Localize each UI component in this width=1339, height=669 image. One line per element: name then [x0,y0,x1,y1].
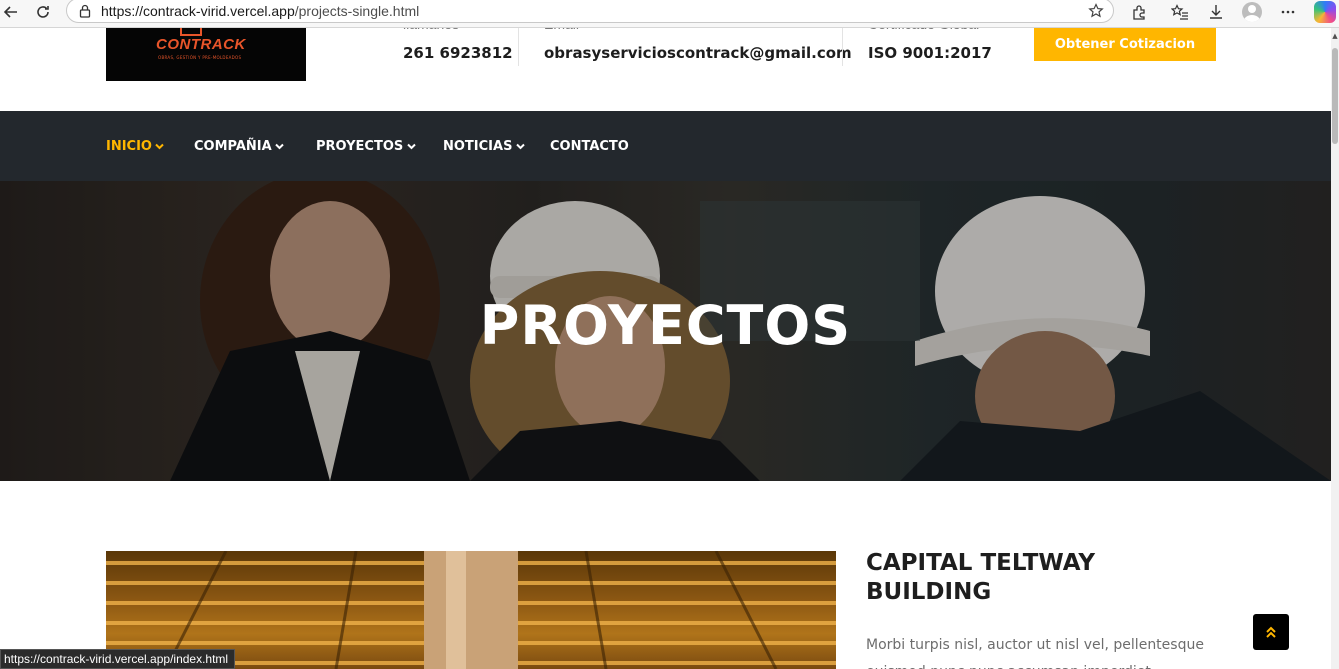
nav-item-inicio[interactable]: INICIO [106,111,165,181]
email-value: obrasyservicioscontrack@gmail.com [544,44,852,62]
extensions-icon[interactable] [1128,1,1150,23]
copilot-icon[interactable] [1314,1,1336,23]
url-path: /projects-single.html [294,2,420,19]
lock-icon[interactable] [77,3,93,19]
get-quote-button[interactable]: Obtener Cotizacion [1034,28,1216,61]
back-to-top-button[interactable] [1253,614,1289,650]
header-divider [518,28,519,66]
nav-item-proyectos[interactable]: PROYECTOS [316,111,416,181]
download-icon[interactable] [1205,1,1227,23]
favorites-icon[interactable] [1169,1,1191,23]
avatar [1242,2,1262,22]
copilot-logo [1314,1,1336,23]
header-divider [842,28,843,66]
main-navbar: INICIO COMPAÑIA PROYECTOS NOTICIAS CONTA… [0,111,1331,181]
logo-tagline: OBRAS, GESTIÓN Y PRE-MOLDEADOS [158,55,242,60]
nav-item-label: PROYECTOS [316,138,404,154]
hero-banner: PROYECTOS [0,181,1331,481]
nav-item-noticias[interactable]: NOTICIAS [443,111,525,181]
reload-icon[interactable] [32,1,54,23]
back-icon[interactable] [0,1,22,23]
nav-item-compania[interactable]: COMPAÑIA [194,111,285,181]
star-icon[interactable] [1087,2,1105,20]
double-chevron-up-icon [1266,626,1276,638]
site-logo[interactable]: CONTRACK OBRAS, GESTIÓN Y PRE-MOLDEADOS [106,28,306,81]
nav-item-label: COMPAÑIA [194,138,272,154]
more-icon[interactable] [1277,1,1299,23]
chevron-down-icon [515,141,525,151]
address-url[interactable]: https://contrack-virid.vercel.app/projec… [101,3,419,19]
nav-item-label: INICIO [106,138,152,154]
chevron-down-icon [275,141,285,151]
address-bar[interactable]: https://contrack-virid.vercel.app/projec… [66,0,1114,23]
project-description: Morbi turpis nisl, auctor ut nisl vel, p… [866,637,1204,669]
logo-text: CONTRACK [156,36,246,53]
nav-item-label: CONTACTO [550,138,629,154]
nav-item-label: NOTICIAS [443,138,513,154]
profile-icon[interactable] [1241,1,1263,23]
chevron-down-icon [406,141,416,151]
page-scrollbar[interactable]: ▲ [1331,28,1339,669]
browser-toolbar: https://contrack-virid.vercel.app/projec… [0,0,1339,28]
logo-mark [180,28,202,36]
nav-item-contacto[interactable]: CONTACTO [550,111,629,181]
scroll-up-icon[interactable]: ▲ [1331,32,1339,40]
phone-value: 261 6923812 [403,44,513,62]
url-host: https://contrack-virid.vercel.app [101,2,295,19]
status-bar-link: https://contrack-virid.vercel.app/index.… [0,649,236,669]
chevron-down-icon [155,141,165,151]
project-title: CAPITAL TELTWAY BUILDING [866,550,1095,605]
page-title: PROYECTOS [479,294,852,357]
certificate-value: ISO 9001:2017 [868,44,992,62]
scrollbar-thumb[interactable] [1332,48,1338,144]
